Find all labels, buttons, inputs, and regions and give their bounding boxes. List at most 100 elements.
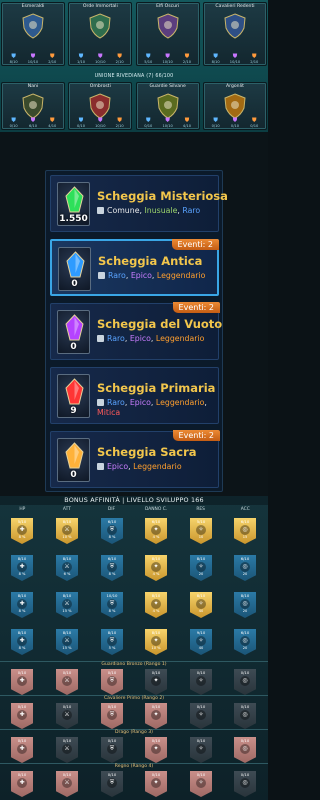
affinity-badge[interactable]: 10/10 ⛨ 8 %: [101, 592, 123, 618]
affinity-badge[interactable]: 0/10 ✚: [11, 703, 33, 729]
faction-card[interactable]: Cavalieri Redenti ⛊ 8/10 ⛊ 10/10 ⛊ 2/10: [202, 2, 267, 66]
affinity-badge[interactable]: 0/10 ⚔: [56, 669, 78, 695]
affinity-badge[interactable]: 0/10 ✚: [11, 771, 33, 797]
affinity-badge[interactable]: 8/10 ⚔ 10 %: [56, 518, 78, 544]
badge-level: 0/10: [151, 670, 161, 675]
faction-card[interactable]: Argonlit ⛊ 0/10 ⛊ 0/10 ⛊ 0/10: [202, 82, 267, 130]
faction-card[interactable]: Guardie Silvane ⛊ 0/10 ⛊ 10/10 ⛊ 4/10: [135, 82, 200, 130]
affinity-badge[interactable]: 8/10 ⚔ 15 %: [56, 592, 78, 618]
affinity-badge[interactable]: 0/10 ⚔: [56, 771, 78, 797]
affinity-badge[interactable]: 8/10 ✚ 8 %: [11, 592, 33, 618]
affinity-badge[interactable]: 0/10 ✧: [190, 737, 212, 763]
faction-card[interactable]: Ombrosti ⛊ 0/10 ⛊ 10/10 ⛊ 2/10: [68, 82, 133, 130]
rarity-count-label: 10/10: [27, 60, 39, 64]
affinity-badge[interactable]: 0/10 ✧: [190, 771, 212, 797]
affinity-badge[interactable]: 0/10 ✦: [145, 669, 167, 695]
affinity-badge[interactable]: 0/10 ✧: [190, 669, 212, 695]
affinity-badge[interactable]: 0/10 ✦: [145, 703, 167, 729]
stat-icon: ⚔: [62, 710, 72, 720]
affinity-badge[interactable]: 8/10 ✚ 8 %: [11, 555, 33, 581]
affinity-badge[interactable]: 8/10 ◎ 20: [234, 592, 256, 618]
shard-card[interactable]: 1.550 Scheggia Misteriosa Comune, Inusuale…: [50, 175, 228, 232]
stat-icon: ✦: [151, 525, 161, 535]
affinity-badge[interactable]: 8/10 ⚔ 6 %: [56, 555, 78, 581]
shard-card[interactable]: 0 Scheggia Sacra Epico, Leggendario Eventi:…: [50, 430, 220, 488]
faction-card[interactable]: Orde Immortali ⛊ 1/10 ⛊ 10/10 ⛊ 2/10: [68, 2, 133, 66]
affinity-badge[interactable]: 0/10 ◎: [234, 703, 256, 729]
faction-card[interactable]: Nani ⛊ 0/10 ⛊ 6/10 ⛊ 4/10: [1, 82, 65, 130]
stat-icon: ◎: [240, 599, 250, 609]
affinity-badge[interactable]: 8/10 ✚ 8 %: [11, 629, 33, 655]
affinity-badge[interactable]: 6/10 ⛨ 8 %: [101, 518, 123, 544]
faction-name: Cavalieri Redenti: [215, 4, 255, 9]
shard-gem-icon: 9: [57, 374, 90, 418]
rarity-count-label: 6/10: [28, 124, 38, 128]
shard-rarities: Raro, Epico, Leggendario: [98, 271, 216, 281]
event-badge[interactable]: Eventi: 2: [171, 239, 219, 250]
faction-card[interactable]: Esmeraldi ⛊ 8/10 ⛊ 10/10 ⛊ 2/10: [1, 2, 65, 66]
affinity-badge[interactable]: 5/10 ✚ 8 %: [11, 518, 33, 544]
shard-card[interactable]: 0 Scheggia del Vuoto Raro, Epico, Leggenda…: [50, 302, 222, 360]
affinity-badge[interactable]: 0/10 ✧: [190, 703, 212, 729]
stat-icon: ◎: [240, 676, 250, 686]
event-badge[interactable]: Eventi: 2: [172, 302, 220, 313]
affinity-badge[interactable]: 0/10 ⛨: [101, 669, 123, 695]
affinity-badge[interactable]: 6/10 ◎ 20: [234, 555, 256, 581]
badge-level: 0/10: [17, 772, 27, 777]
affinity-badge[interactable]: 6/10 ◎ 20: [234, 629, 256, 655]
rarity-label: Epico: [129, 334, 151, 343]
faction-shield-icon: [224, 13, 246, 39]
affinity-badge[interactable]: 8/10 ✦ 10 %: [145, 629, 167, 655]
rarity-count-label: 0/10: [211, 124, 220, 128]
badge-bonus: 8 %: [18, 646, 26, 650]
rarity-shield-icon: ⛊: [11, 117, 16, 124]
badge-level: 8/10: [240, 593, 250, 598]
affinity-badge[interactable]: 8/10 ⛨ 5 %: [101, 629, 123, 655]
affinity-badge[interactable]: 8/10 ✦ 4 %: [145, 555, 167, 581]
affinity-badge[interactable]: 8/10 ✦ 4 %: [145, 592, 167, 618]
affinity-badge[interactable]: 0/10 ⚔: [56, 703, 78, 729]
badge-level: 0/10: [196, 670, 206, 675]
affinity-badge[interactable]: 8/10 ✧ 20: [190, 555, 212, 581]
affinity-badge[interactable]: 0/10 ⛨: [101, 703, 123, 729]
badge-level: 0/10: [151, 772, 161, 777]
affinity-badge[interactable]: 0/10 ⚔: [56, 737, 78, 763]
affinity-badge[interactable]: 9/10 ✧ 40: [190, 629, 212, 655]
affinity-badge[interactable]: 0/10 ✚: [11, 737, 33, 763]
faction-row-bottom: Nani ⛊ 0/10 ⛊ 6/10 ⛊ 4/10 Ombrosti ⛊ 0/10 ⛊ 10/10 ⛊ 2…: [0, 82, 268, 130]
stat-icon: ✧: [196, 710, 206, 720]
stat-icon: ⛨: [107, 599, 117, 609]
affinity-badge[interactable]: 0/10 ⛨: [101, 737, 123, 763]
stat-icon: ✦: [151, 676, 161, 686]
affinity-badge[interactable]: 8/10 ⚔ 15 %: [56, 629, 78, 655]
stat-icon: ◎: [240, 778, 250, 788]
affinity-badge[interactable]: 5/10 ✧ 10: [190, 518, 212, 544]
affinity-badge[interactable]: 6/10 ◎ 15: [234, 518, 256, 544]
badge-level: 0/10: [17, 738, 27, 743]
affinity-badge[interactable]: 0/10 ◎: [234, 737, 256, 763]
shard-card[interactable]: 9 Scheggia Primaria Raro, Epico, Leggendar…: [50, 367, 219, 424]
affinity-badge[interactable]: 0/10 ✦: [145, 771, 167, 797]
badge-bonus: 8 %: [18, 609, 26, 613]
badge-level: 8/10: [62, 556, 72, 561]
badge-level: 8/10: [17, 593, 27, 598]
affinity-badge[interactable]: 0/10 ◎: [234, 771, 256, 797]
event-badge[interactable]: Eventi: 2: [172, 430, 220, 441]
rarity-shield-icon: ⛊: [165, 117, 170, 124]
shard-card[interactable]: 0 Scheggia Antica Raro, Epico, Leggendario…: [50, 239, 219, 296]
champion-icon: [97, 207, 104, 214]
affinity-badge[interactable]: 0/10 ◎: [234, 669, 256, 695]
rarity-shield-icon: ⛊: [165, 53, 170, 60]
affinity-badge[interactable]: 6/10 ⛨ 8 %: [101, 555, 123, 581]
faction-card[interactable]: Elfi Oscuri ⛊ 5/10 ⛊ 10/10 ⛊ 2/10: [135, 2, 200, 66]
affinity-badge[interactable]: 0/10 ⛨: [101, 771, 123, 797]
affinity-badge[interactable]: 0/10 ✦: [145, 737, 167, 763]
affinity-badge[interactable]: 6/10 ✦ 4 %: [145, 518, 167, 544]
affinity-badge[interactable]: 0/10 ✚: [11, 669, 33, 695]
rarity-label: Leggendario: [156, 271, 206, 280]
affinity-badge[interactable]: 8/10 ✧ 40: [190, 592, 212, 618]
badge-bonus: 15 %: [62, 609, 72, 613]
rarity-count-label: 0/10: [144, 124, 153, 128]
faction-row-top: Esmeraldi ⛊ 8/10 ⛊ 10/10 ⛊ 2/10 Orde Immortali ⛊…: [0, 2, 268, 66]
badge-level: 0/10: [151, 738, 161, 743]
